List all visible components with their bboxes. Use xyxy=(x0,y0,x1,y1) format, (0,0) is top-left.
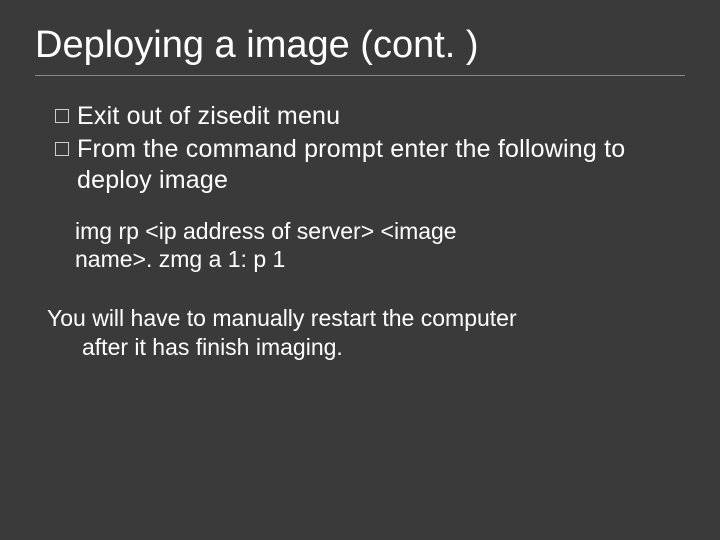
note-block: You will have to manually restart the co… xyxy=(35,304,685,362)
command-block: img rp <ip address of server> <image nam… xyxy=(35,217,685,275)
note-line: after it has finish imaging. xyxy=(47,333,685,362)
bullet-list: Exit out of zisedit menu From the comman… xyxy=(35,101,685,197)
command-line: name>. zmg a 1: p 1 xyxy=(75,245,685,274)
bullet-item: From the command prompt enter the follow… xyxy=(55,134,685,197)
square-bullet-icon xyxy=(55,109,69,123)
bullet-text: From the command prompt enter the follow… xyxy=(77,134,685,197)
square-bullet-icon xyxy=(55,142,69,156)
slide-title: Deploying a image (cont. ) xyxy=(35,25,685,67)
title-underline xyxy=(35,75,685,76)
bullet-item: Exit out of zisedit menu xyxy=(55,101,685,132)
note-line: You will have to manually restart the co… xyxy=(47,304,685,333)
command-line: img rp <ip address of server> <image xyxy=(75,217,685,246)
bullet-text: Exit out of zisedit menu xyxy=(77,101,340,132)
slide-container: Deploying a image (cont. ) Exit out of z… xyxy=(0,0,720,540)
